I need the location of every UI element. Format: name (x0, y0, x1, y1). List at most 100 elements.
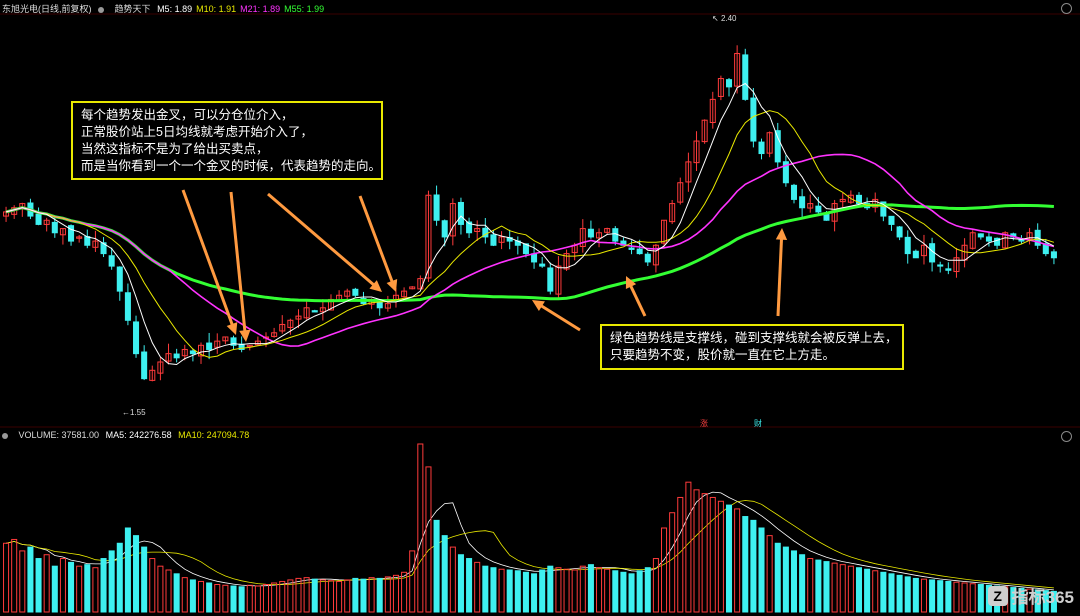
watermark: Z 指标365 (987, 583, 1074, 608)
volume-bar (206, 582, 213, 613)
volume-bar (799, 554, 806, 613)
volume-value: VOLUME: 37581.00 (18, 430, 100, 440)
volume-bar (409, 550, 416, 613)
candle-body (1050, 251, 1057, 259)
volume-bar (750, 519, 757, 613)
volume-bar (59, 558, 66, 613)
volume-bar (189, 579, 196, 613)
volume-settings-icon[interactable] (1061, 431, 1072, 442)
low-price-label: ←1.55 (122, 408, 146, 417)
volume-bar (100, 558, 107, 613)
volume-bar (855, 567, 863, 613)
volume-bar (35, 558, 42, 613)
volume-bar (912, 577, 919, 613)
volume-bar (490, 567, 497, 613)
volume-bar (782, 546, 789, 613)
volume-bar (84, 564, 91, 613)
volume-bar (644, 567, 651, 613)
volume-bar (368, 577, 375, 613)
ma21-line (5, 153, 1055, 347)
volume-bar (823, 561, 830, 613)
annotation-arrow (628, 282, 647, 317)
volume-bar (319, 579, 326, 613)
annotation-arrowhead (775, 228, 788, 240)
volume-bar (68, 561, 75, 613)
annotation-line: 正常股价站上5日均线就考虑开始介入了， (81, 125, 313, 139)
candle-body (750, 97, 757, 142)
volume-bar (961, 582, 968, 613)
marker-cai[interactable]: 财 (754, 418, 762, 429)
volume-bar (587, 564, 594, 613)
volume-dot-icon (2, 430, 12, 440)
candle-body (815, 205, 822, 213)
volume-bar (604, 568, 611, 613)
volume-bar (539, 569, 546, 613)
volume-bar (173, 573, 180, 613)
volume-bar (945, 580, 952, 613)
volume-bar (766, 535, 773, 613)
annotation-line: 只要趋势不变，股价就一直在它上方走。 (610, 348, 836, 362)
volume-bar (230, 585, 237, 613)
volume-bar (742, 516, 749, 613)
candle-body (799, 196, 806, 209)
volume-bar (149, 558, 156, 613)
volume-bar (628, 573, 635, 613)
volume-bar (246, 584, 253, 613)
candle-body (124, 292, 131, 321)
candle-body (352, 288, 359, 296)
volume-bar (441, 535, 448, 613)
annotation-arrow (537, 302, 581, 332)
volume-bar (433, 519, 440, 613)
high-price-value: 2.40 (720, 14, 737, 23)
candle-body (457, 201, 464, 225)
volume-bar (449, 546, 456, 613)
volume-bar (214, 584, 221, 613)
marker-zhang[interactable]: 涨 (700, 418, 708, 429)
volume-bar (51, 565, 58, 613)
volume-bar (116, 542, 123, 613)
watermark-logo-icon: Z (987, 585, 1008, 606)
volume-bar (831, 562, 838, 613)
candlestick-chart[interactable] (0, 0, 1080, 616)
annotation-arrow (267, 192, 377, 288)
candle-body (133, 321, 140, 355)
volume-bar (425, 466, 432, 613)
volume-bar (108, 550, 115, 613)
candle-body (547, 267, 554, 292)
annotation-line: 当然这指标不是为了给出买卖点， (81, 142, 269, 156)
ma-legend-item: M10: 1.91 (196, 4, 237, 14)
annotation-line: 绿色趋势线是支撑线，碰到支撑线就会被反弹上去， (610, 331, 898, 345)
volume-bar (376, 577, 383, 613)
volume-bar (352, 577, 359, 613)
volume-bar (474, 561, 481, 613)
ma-legend-item: M55: 1.99 (284, 4, 325, 14)
volume-bar (506, 569, 513, 613)
volume-bar (929, 579, 936, 613)
volume-bar (165, 569, 172, 613)
settings-icon[interactable] (1061, 3, 1072, 14)
volume-bar (279, 580, 286, 613)
volume-bar (327, 580, 335, 613)
volume-bar (547, 565, 554, 613)
volume-bar (133, 535, 140, 613)
volume-bar (262, 584, 270, 613)
high-arrow-icon: ↖ (712, 14, 719, 23)
candle-body (206, 342, 213, 350)
volume-bar (596, 567, 603, 613)
volume-bar (864, 568, 871, 613)
volume-ma10: MA10: 247094.78 (178, 430, 250, 440)
candle-body (937, 264, 944, 267)
volume-bar (880, 571, 887, 613)
volume-bar (514, 570, 521, 613)
candle-body (587, 228, 594, 238)
chart-stage[interactable]: 东旭光电(日线,前复权) 趋势天下 M5: 1.89 M10: 1.91 M21: … (0, 0, 1080, 616)
volume-bar (92, 567, 99, 613)
volume-bar (466, 558, 473, 613)
candle-body (84, 236, 91, 246)
volume-bar (847, 565, 854, 613)
annotation-arrow (358, 195, 395, 286)
volume-header: VOLUME: 37581.00 MA5: 242276.58 MA10: 24… (2, 430, 253, 440)
high-price-label: ↖ 2.40 (712, 14, 737, 23)
volume-bar (157, 565, 164, 613)
candle-body (977, 233, 984, 238)
